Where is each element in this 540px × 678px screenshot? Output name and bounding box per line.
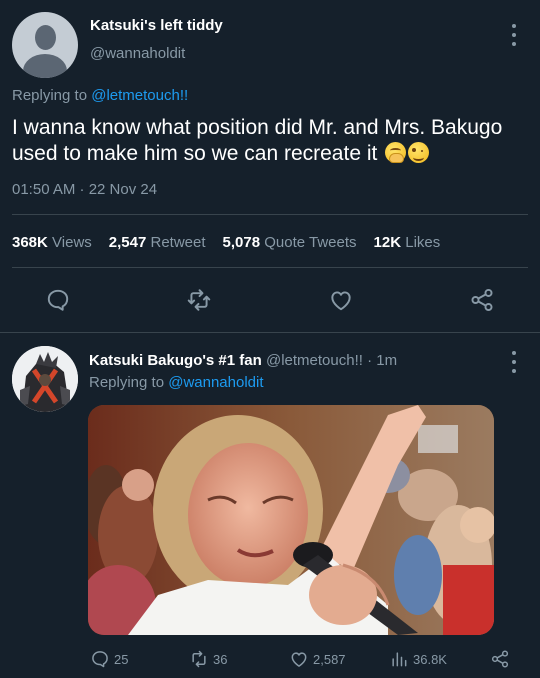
more-options-icon[interactable] [508, 24, 520, 46]
divider [12, 267, 528, 268]
more-options-icon[interactable] [508, 351, 520, 373]
replying-to: Replying to @letmetouch!! [12, 87, 188, 104]
replying-to-link[interactable]: @wannaholdit [168, 374, 263, 391]
crying-girl-photo-icon [88, 405, 494, 635]
quote-tweets-stat[interactable]: 5,078 Quote Tweets [223, 234, 357, 251]
author-display-name[interactable]: Katsuki's left tiddy [90, 17, 223, 34]
tweet-media[interactable] [88, 405, 494, 635]
tweet-body: I wanna know what position did Mr. and M… [12, 116, 503, 165]
reply-author[interactable]: Katsuki Bakugo's #1 fan @letmetouch!! · … [89, 352, 397, 369]
bakugo-avatar-icon [12, 346, 78, 412]
retweet-count-value: 36 [213, 651, 228, 667]
reply-handle-time[interactable]: @letmetouch!! · 1m [266, 352, 397, 369]
like-icon[interactable] [328, 287, 354, 313]
views-icon[interactable] [389, 649, 409, 669]
replying-prefix: Replying to [12, 87, 88, 104]
retweet-count[interactable]: 36 [189, 649, 227, 669]
likes-stat[interactable]: 12K Likes [374, 234, 441, 251]
tweet-stats: 368K Views 2,547 Retweet 5,078 Quote Twe… [12, 234, 440, 251]
face-with-hand-over-mouth-icon [385, 142, 407, 163]
retweets-stat[interactable]: 2,547 Retweet [109, 234, 206, 251]
avatar[interactable] [12, 12, 78, 78]
author-handle[interactable]: @wannaholdit [90, 45, 185, 62]
replying-prefix: Replying to [89, 374, 165, 391]
like-count[interactable]: 2,587 [289, 649, 346, 669]
views-count[interactable]: 36.8K [389, 649, 447, 669]
tweet-timestamp[interactable]: 01:50 AM · 22 Nov 24 [12, 181, 157, 198]
like-icon[interactable] [289, 649, 309, 669]
share-icon[interactable] [490, 649, 510, 669]
replying-to-link[interactable]: @letmetouch!! [91, 87, 188, 104]
reply-display-name[interactable]: Katsuki Bakugo's #1 fan [89, 352, 262, 369]
share-button[interactable] [490, 649, 510, 669]
avatar[interactable] [12, 346, 78, 412]
winking-face-icon [408, 142, 430, 163]
like-count-value: 2,587 [313, 651, 346, 667]
reply-count-value: 25 [114, 651, 129, 667]
views-stat[interactable]: 368K Views [12, 234, 92, 251]
reply-icon[interactable] [45, 287, 71, 313]
retweet-icon[interactable] [186, 287, 212, 313]
views-count-value: 36.8K [413, 651, 447, 667]
reply-count[interactable]: 25 [90, 649, 128, 669]
share-icon[interactable] [469, 287, 495, 313]
divider [0, 332, 540, 333]
retweet-icon[interactable] [189, 649, 209, 669]
tweet-text: I wanna know what position did Mr. and M… [12, 115, 522, 167]
divider [12, 214, 528, 215]
reply-icon[interactable] [90, 649, 110, 669]
replying-to: Replying to @wannaholdit [89, 374, 264, 391]
default-avatar-icon [35, 25, 56, 50]
